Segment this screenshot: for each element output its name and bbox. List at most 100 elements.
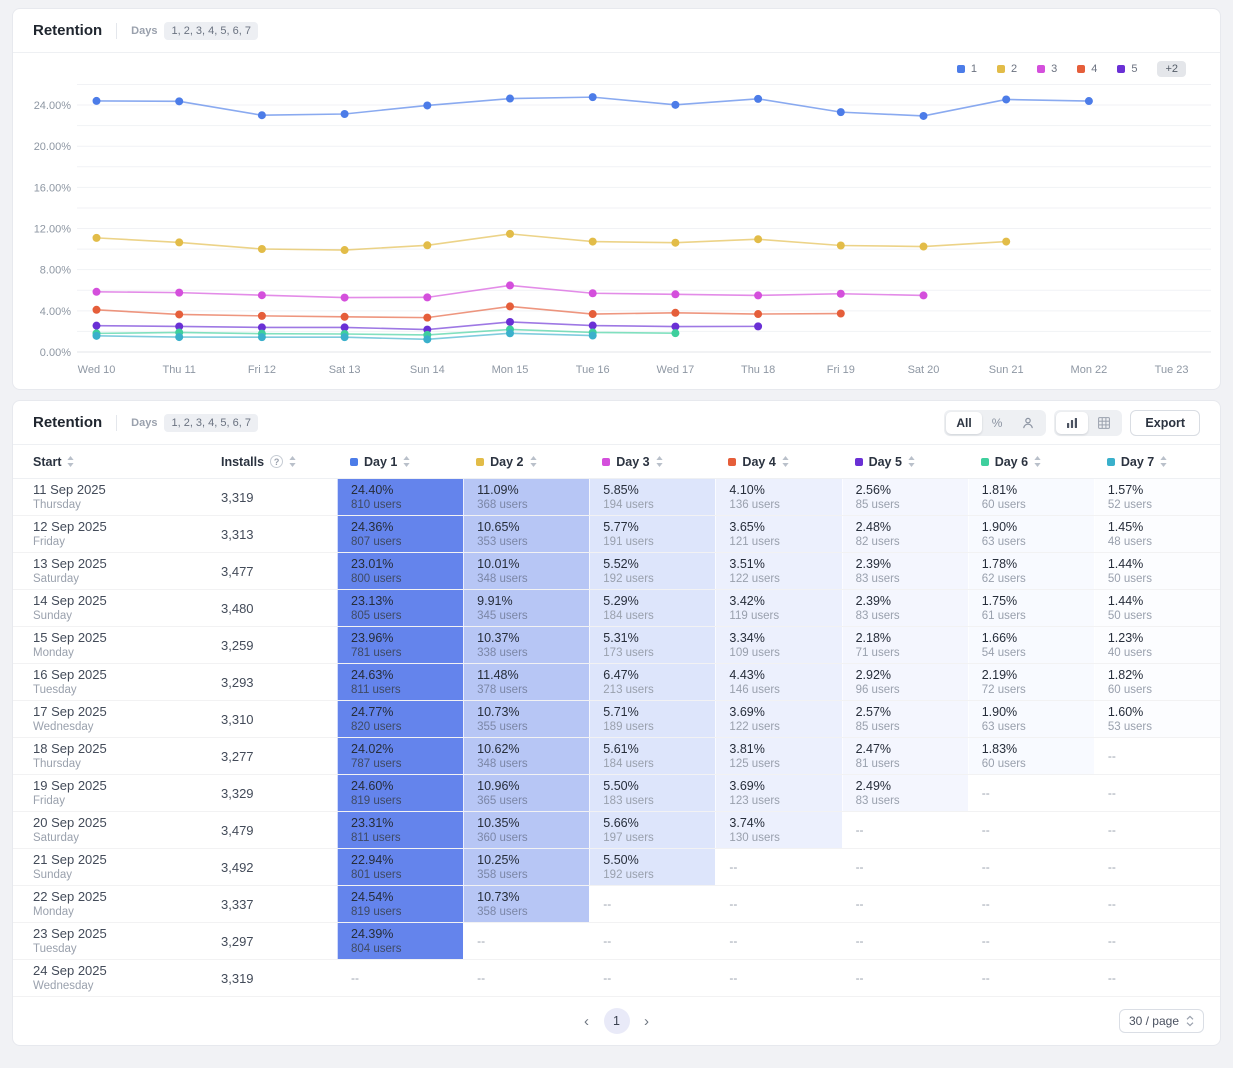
prev-page-button[interactable]: ‹ — [576, 1010, 598, 1032]
cohort-date: 22 Sep 2025 — [33, 889, 107, 904]
retention-percent: 24.60% — [351, 779, 394, 793]
day-7-cell: 1.44% 50 users — [1093, 553, 1220, 589]
legend-item-2[interactable]: 2 — [996, 63, 1017, 75]
column-header-day-2[interactable]: Day 2 — [463, 455, 589, 469]
sort-icon[interactable] — [67, 456, 75, 467]
retention-users: 192 users — [603, 573, 654, 585]
installs-cell: 3,492 — [221, 859, 254, 875]
retention-percent: 3.34% — [729, 631, 765, 645]
legend-item-1[interactable]: 1 — [956, 63, 977, 75]
column-header-day-5[interactable]: Day 5 — [842, 455, 968, 469]
grid-view-button[interactable] — [1088, 412, 1120, 434]
day-2-cell: 9.91% 345 users — [463, 590, 590, 626]
day-3-cell: 5.50% 183 users — [589, 775, 716, 811]
retention-percent: 2.39% — [855, 594, 892, 608]
cohort-date: 19 Sep 2025 — [33, 778, 107, 793]
legend-item-4[interactable]: 4 — [1077, 63, 1097, 75]
retention-users: 63 users — [981, 536, 1026, 548]
column-header-day-6[interactable]: Day 6 — [968, 455, 1094, 469]
day-1-cell: 24.63% 811 users — [337, 664, 464, 700]
installs-cell: 3,313 — [221, 526, 254, 542]
cohort-date: 13 Sep 2025 — [33, 556, 107, 571]
retention-users: 378 users — [477, 684, 528, 696]
column-label: Day 4 — [742, 454, 776, 469]
cohort-weekday: Sunday — [33, 869, 73, 881]
legend-swatch — [1077, 65, 1086, 73]
day-2-cell: 10.62% 348 users — [463, 738, 590, 774]
sort-icon — [656, 456, 663, 467]
column-header-start[interactable]: Start — [13, 455, 221, 469]
cohort-date: 12 Sep 2025 — [33, 519, 107, 534]
legend-item-3[interactable]: 3 — [1037, 63, 1057, 75]
table-toolbar: All % Export — [944, 409, 1200, 436]
day-3-cell: 5.66% 197 users — [589, 812, 716, 848]
retention-users: 189 users — [603, 721, 654, 733]
retention-users: 781 users — [351, 647, 402, 659]
retention-percent: 5.50% — [603, 853, 639, 867]
day-6-cell: 2.19% 72 users — [967, 664, 1094, 700]
legend-more-badge[interactable]: +2 — [1157, 61, 1186, 77]
retention-users: 54 users — [981, 647, 1026, 659]
legend-item-5[interactable]: 5 — [1117, 63, 1137, 75]
filter-all-button[interactable]: All — [946, 411, 982, 434]
retention-users: 63 users — [981, 721, 1026, 733]
sort-icon — [289, 456, 296, 467]
day-6-cell-empty: -- — [967, 886, 1094, 922]
day-5-cell-empty: -- — [841, 960, 968, 996]
retention-users: 96 users — [855, 684, 900, 696]
day-3-cell: 5.50% 192 users — [589, 849, 716, 885]
day-4-cell-empty: -- — [715, 960, 841, 996]
cohort-date: 17 Sep 2025 — [33, 704, 107, 719]
page-size-select[interactable]: 30 / page — [1118, 1009, 1204, 1033]
retention-users: 358 users — [477, 906, 528, 918]
retention-percent: 5.52% — [603, 557, 639, 571]
day-7-cell-empty: -- — [1093, 738, 1220, 774]
retention-percent: 24.02% — [351, 742, 394, 756]
start-date-cell: 22 Sep 2025 Monday — [13, 886, 221, 922]
info-question-icon[interactable]: ? — [270, 455, 284, 468]
column-label: Day 7 — [1120, 454, 1155, 469]
day-1-cell: 23.13% 805 users — [337, 590, 464, 626]
installs-cell: 3,310 — [221, 711, 254, 727]
day-7-cell-empty: -- — [1093, 775, 1220, 811]
retention-users: 810 users — [351, 499, 402, 511]
page-size-value: 30 / page — [1128, 1014, 1179, 1028]
day-7-cell: 1.45% 48 users — [1093, 516, 1220, 552]
column-header-day-1[interactable]: Day 1 — [337, 455, 463, 469]
installs-cell: 3,329 — [221, 785, 254, 801]
column-header-day-7[interactable]: Day 7 — [1094, 455, 1220, 469]
next-page-button[interactable]: › — [636, 1010, 658, 1032]
day-4-cell-empty: -- — [715, 923, 841, 959]
day-4-cell: 3.74% 130 users — [715, 812, 842, 848]
retention-percent: 23.01% — [351, 557, 394, 571]
retention-users: 192 users — [603, 869, 654, 881]
day-5-cell: 2.48% 82 users — [841, 516, 968, 552]
retention-percent: 10.37% — [477, 631, 520, 645]
table-row: 16 Sep 2025 Tuesday 3,293 24.63% 811 users 11… — [13, 664, 1220, 701]
retention-users: 197 users — [603, 832, 654, 844]
column-header-day-4[interactable]: Day 4 — [715, 455, 841, 469]
column-header-day-3[interactable]: Day 3 — [589, 455, 715, 469]
retention-percent: 3.69% — [729, 779, 765, 793]
retention-percent: 24.40% — [351, 483, 394, 497]
retention-percent: 5.66% — [603, 816, 639, 830]
retention-users: 819 users — [351, 906, 402, 918]
filter-users-button[interactable] — [1012, 412, 1044, 434]
export-button[interactable]: Export — [1130, 409, 1200, 436]
chart-view-button[interactable] — [1056, 411, 1089, 434]
column-header-installs[interactable]: Installs ? — [221, 455, 337, 469]
table-card-header: Retention Days 1, 2, 3, 4, 5, 6, 7 All %… — [13, 401, 1220, 445]
cohort-weekday: Tuesday — [33, 943, 77, 955]
filter-percent-button[interactable]: % — [982, 412, 1013, 434]
installs-cell: 3,293 — [221, 674, 254, 690]
retention-percent: 1.90% — [981, 705, 1018, 719]
cohort-weekday: Monday — [33, 647, 74, 659]
cohort-date: 18 Sep 2025 — [33, 741, 107, 756]
day-color-swatch — [854, 457, 863, 466]
retention-users: 819 users — [351, 795, 402, 807]
page-number-1[interactable]: 1 — [603, 1008, 630, 1034]
day-5-cell: 2.39% 83 users — [841, 553, 968, 589]
sort-icon — [67, 456, 75, 467]
sort-icon[interactable] — [289, 456, 296, 467]
retention-users: 125 users — [729, 758, 780, 770]
